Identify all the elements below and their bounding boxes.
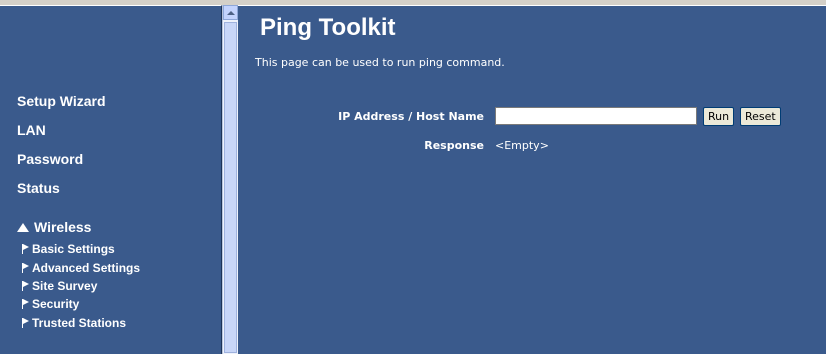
nav-section-wireless-label: Wireless [34, 219, 92, 235]
nav-item-lan[interactable]: LAN [17, 122, 46, 138]
run-button[interactable]: Run [703, 107, 735, 126]
flag-icon [22, 280, 30, 292]
nav-subitem-label: Advanced Settings [32, 261, 141, 275]
page-title: Ping Toolkit [260, 14, 396, 41]
nav-item-status[interactable]: Status [17, 180, 60, 196]
reset-button[interactable]: Reset [740, 107, 781, 126]
flag-icon [22, 298, 30, 310]
response-value: <Empty> [495, 139, 549, 152]
nav-subitem-label: Basic Settings [32, 242, 115, 256]
nav-subitem-trusted-stations[interactable]: Trusted Stations [22, 316, 126, 330]
nav-subitem-label: Trusted Stations [32, 316, 127, 330]
nav-subitem-label: Security [32, 297, 80, 311]
nav-subitem-site-survey[interactable]: Site Survey [22, 279, 97, 293]
scroll-up-arrow-icon[interactable] [223, 5, 238, 20]
flag-icon [22, 317, 30, 329]
nav-subitem-basic-settings[interactable]: Basic Settings [22, 242, 115, 256]
page-description: This page can be used to run ping comman… [255, 56, 505, 69]
collapse-triangle-icon [17, 222, 29, 232]
nav-sidebar: Setup Wizard LAN Password Status Wireles… [0, 5, 222, 354]
scroll-thumb[interactable] [224, 22, 237, 353]
nav-section-wireless[interactable]: Wireless [17, 219, 91, 235]
nav-item-password[interactable]: Password [17, 151, 83, 167]
nav-subitem-advanced-settings[interactable]: Advanced Settings [22, 261, 140, 275]
flag-icon [22, 243, 30, 255]
nav-scrollbar[interactable] [222, 5, 238, 354]
ip-address-label: IP Address / Host Name [338, 110, 484, 123]
nav-subitem-label: Site Survey [32, 279, 98, 293]
content-panel: Ping Toolkit This page can be used to ru… [238, 5, 826, 354]
nav-subitem-security[interactable]: Security [22, 297, 79, 311]
response-label: Response [424, 139, 484, 152]
flag-icon [22, 262, 30, 274]
ip-address-input[interactable] [495, 107, 697, 125]
nav-item-setup-wizard[interactable]: Setup Wizard [17, 93, 106, 109]
